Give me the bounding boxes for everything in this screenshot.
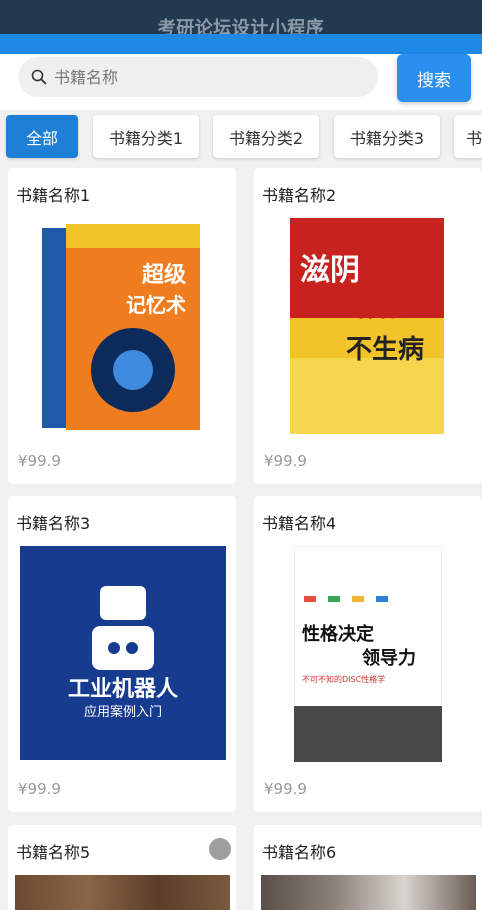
book-card-6[interactable]: 书籍名称6: [254, 825, 482, 910]
svg-text:记忆术: 记忆术: [126, 293, 186, 317]
svg-text:不可不知的DISC性格学: 不可不知的DISC性格学: [302, 674, 385, 684]
svg-text:补阳: 补阳: [354, 293, 406, 323]
search-input[interactable]: [54, 57, 364, 97]
header-accent-bar: [0, 34, 482, 54]
book-cover-image: [15, 875, 230, 910]
book-price: ¥99.9: [264, 452, 307, 470]
search-row: 搜索: [0, 54, 482, 110]
search-box[interactable]: [18, 57, 378, 97]
tab-category-3[interactable]: 书籍分类3: [334, 115, 440, 158]
search-icon: [31, 69, 47, 85]
svg-text:应用案例入门: 应用案例入门: [84, 704, 162, 720]
book-price: ¥99.9: [18, 452, 61, 470]
book-name: 书籍名称2: [262, 186, 337, 205]
svg-text:不生病: 不生病: [346, 335, 424, 365]
book-card-2[interactable]: 书籍名称2 滋阴 补阳 不生病 ¥99.9: [254, 168, 482, 484]
book-cover-image: 工业机器人 应用案例入门: [20, 546, 226, 760]
tab-all[interactable]: 全部: [6, 115, 78, 158]
book-name: 书籍名称4: [262, 514, 337, 533]
book-cover-image: 超级 记忆术: [38, 220, 204, 434]
book-card-4[interactable]: 书籍名称4 性格决定 领导力 不可不知的DISC性格学 ¥99.9: [254, 496, 482, 812]
book-name: 书籍名称1: [16, 186, 91, 205]
book-cover-image: [261, 875, 476, 910]
floating-dot-button[interactable]: [209, 838, 231, 860]
book-card-3[interactable]: 书籍名称3 工业机器人 应用案例入门 ¥99.9: [8, 496, 236, 812]
book-grid: 书籍名称1 超级 记忆术 ¥99.9 书籍名称2 滋阴 补阳 不生病 ¥99.9…: [0, 168, 482, 910]
book-price: ¥99.9: [18, 780, 61, 798]
svg-text:性格决定: 性格决定: [302, 623, 374, 645]
book-name: 书籍名称5: [16, 843, 91, 862]
top-status-bar: 考研论坛设计小程序: [0, 0, 482, 39]
svg-text:工业机器人: 工业机器人: [68, 677, 178, 702]
category-tabs: 全部 书籍分类1 书籍分类2 书籍分类3 书: [0, 110, 482, 166]
svg-text:滋阴: 滋阴: [300, 253, 360, 288]
book-card-5[interactable]: 书籍名称5: [8, 825, 236, 910]
svg-text:领导力: 领导力: [362, 647, 416, 669]
svg-text:超级: 超级: [142, 262, 186, 288]
book-price: ¥99.9: [264, 780, 307, 798]
book-card-1[interactable]: 书籍名称1 超级 记忆术 ¥99.9: [8, 168, 236, 484]
tab-category-2[interactable]: 书籍分类2: [213, 115, 319, 158]
tab-category-4[interactable]: 书: [454, 115, 482, 158]
tab-category-1[interactable]: 书籍分类1: [93, 115, 199, 158]
book-cover-image: 滋阴 补阳 不生病: [290, 218, 444, 434]
book-name: 书籍名称3: [16, 514, 91, 533]
search-button[interactable]: 搜索: [397, 54, 471, 102]
book-name: 书籍名称6: [262, 843, 337, 862]
book-cover-image: 性格决定 领导力 不可不知的DISC性格学: [294, 546, 442, 762]
